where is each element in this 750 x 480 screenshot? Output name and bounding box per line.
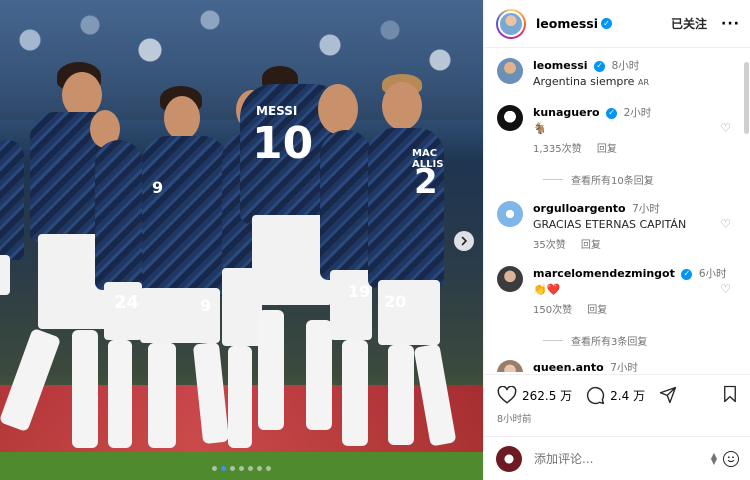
reply-button[interactable]: 回复 [581,240,601,251]
view-replies-button[interactable]: 查看所有10条回复 [543,172,733,187]
comments-scrollbar[interactable] [744,52,749,372]
comment-time: 7小时 [610,362,638,372]
caption-text: Argentina siempre [533,75,635,88]
comment-item: queen.anto 7小时 [497,360,733,372]
comment-time: 2小时 [623,107,652,119]
jersey-number: 20 [384,292,407,311]
jersey-number: 9 [152,178,164,197]
jersey-number: 10 [252,118,314,169]
bookmark-icon [724,385,736,402]
comment-text: 👏❤️ [533,283,561,296]
like-count: 262.5 万 [522,388,573,403]
heart-icon[interactable]: ♡ [720,217,731,231]
carousel-dot [221,466,226,471]
comment-item: kunaguero ✓ 2小时 🐐 1,335次赞 回复 ♡ [497,105,733,158]
carousel-dot [248,466,253,471]
comment-item: marcelomendezmingot ✓ 6小时 👏❤️ 150次赞 回复 ♡ [497,266,733,319]
jersey-number: 9 [200,296,212,315]
heart-icon[interactable]: ♡ [720,282,731,296]
commenter-username[interactable]: queen.anto [533,361,604,372]
comment-likes[interactable]: 1,335次赞 [533,144,582,155]
comment-button[interactable]: 2.4 万 [586,386,645,405]
author-username[interactable]: leomessi [536,16,598,31]
jersey-number: 19 [348,282,371,301]
comment-time: 6小时 [698,268,727,280]
flag-ar-icon: AR [637,78,649,87]
jersey-back-name: MESSI [256,104,298,118]
paper-plane-icon [659,386,677,404]
post-actions: 262.5 万 2.4 万 8小时前 [484,374,750,425]
verified-badge-icon: ✓ [601,18,613,29]
post-header: leomessi ✓ 已关注 ··· [484,0,750,48]
more-options-icon[interactable]: ··· [721,16,740,32]
save-button[interactable] [722,385,738,406]
carousel-dot [239,466,244,471]
share-button[interactable] [659,386,682,404]
commenter-username[interactable]: orgulloargento [533,202,626,215]
carousel-dot [266,466,271,471]
comments-list[interactable]: leomessi ✓ 8小时 Argentina siempre AR kuna… [484,48,750,372]
current-user-avatar [496,445,522,472]
comment-text: GRACIAS ETERNAS CAPITÁN [533,218,687,231]
like-button[interactable]: 262.5 万 [497,386,572,404]
verified-badge-icon: ✓ [606,107,618,119]
comment-likes[interactable]: 150次赞 [533,305,572,316]
heart-icon [497,386,517,404]
commenter-avatar[interactable] [497,201,523,227]
commenter-username[interactable]: marcelomendezmingot [533,267,675,280]
verified-badge-icon: ✓ [594,60,606,72]
commenter-avatar[interactable] [497,266,523,292]
carousel-indicator [0,466,483,471]
following-button[interactable]: 已关注 [671,15,707,32]
commenter-avatar[interactable] [497,360,523,372]
comment-bubble-icon [587,386,605,404]
author-avatar[interactable] [496,8,526,39]
reply-button[interactable]: 回复 [587,305,607,316]
carousel-dot [257,466,262,471]
reply-button[interactable]: 回复 [597,144,617,155]
heart-icon[interactable]: ♡ [720,121,731,135]
comment-text: 🐐 [533,122,547,135]
post-photo[interactable]: 24 9 9 MESSI 10 19 MAC ALLIS 2 20 [0,0,483,480]
sort-arrows-icon[interactable]: ▲ ▼ [711,451,717,465]
comment-count: 2.4 万 [610,388,646,403]
comment-likes[interactable]: 35次赞 [533,240,566,251]
caption-avatar[interactable] [497,58,523,84]
post-sidebar: leomessi ✓ 已关注 ··· leomessi ✓ 8小时 Argent… [483,0,750,480]
jersey-number: 24 [114,292,140,313]
verified-badge-icon: ✓ [681,268,693,280]
comment-item: orgulloargento 7小时 GRACIAS ETERNAS CAPIT… [497,201,733,254]
post-caption: leomessi ✓ 8小时 Argentina siempre AR [497,58,733,91]
view-replies-button[interactable]: 查看所有3条回复 [543,333,733,348]
chevron-right-icon [461,236,468,246]
scrollbar-thumb[interactable] [744,62,749,134]
caption-username[interactable]: leomessi [533,59,588,72]
emoji-icon[interactable] [723,450,739,467]
comment-time: 7小时 [632,203,660,215]
post-timestamp: 8小时前 [497,414,532,425]
carousel-dot [212,466,217,471]
carousel-dot [230,466,235,471]
carousel-next-button[interactable] [454,231,474,251]
jersey-number: 2 [414,162,438,202]
commenter-username[interactable]: kunaguero [533,106,600,119]
commenter-avatar[interactable] [497,105,523,131]
caption-time: 8小时 [611,60,640,72]
add-comment-bar: ▲▼ [484,436,750,480]
comment-input[interactable] [534,451,711,466]
